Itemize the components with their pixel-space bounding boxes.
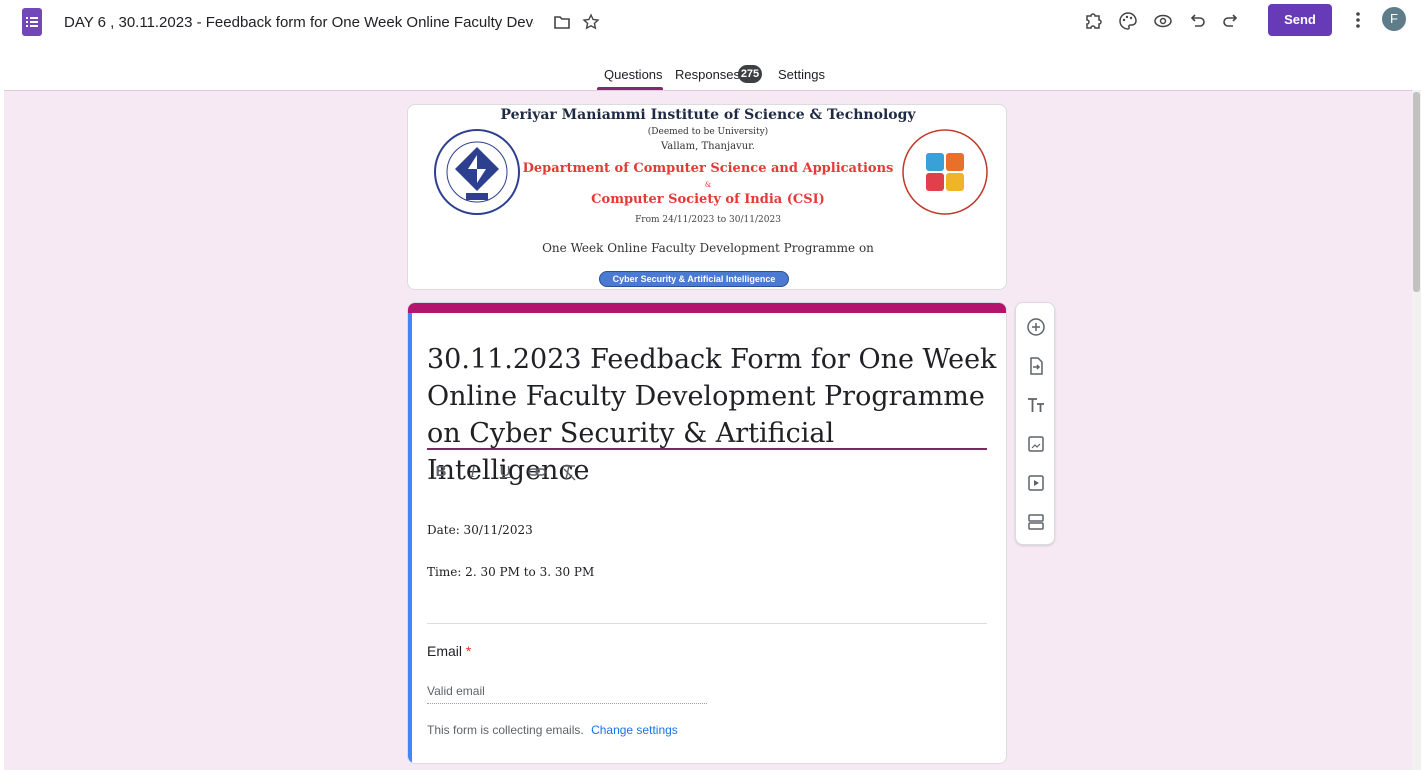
ampersand: &	[704, 181, 712, 189]
theme-color-strip	[408, 303, 1006, 313]
import-questions-icon[interactable]	[1024, 354, 1048, 378]
add-image-icon[interactable]	[1024, 432, 1048, 456]
tab-responses[interactable]: Responses	[675, 67, 740, 82]
description-time[interactable]: Time: 2. 30 PM to 3. 30 PM	[427, 565, 594, 579]
customize-addons-icon[interactable]	[1082, 10, 1104, 32]
folder-icon[interactable]	[553, 13, 571, 31]
floating-toolbar	[1015, 302, 1055, 545]
document-title[interactable]: DAY 6 , 30.11.2023 - Feedback form for O…	[64, 14, 534, 31]
add-title-icon[interactable]	[1024, 393, 1048, 417]
italic-button[interactable]: I	[462, 461, 484, 483]
clear-formatting-icon[interactable]	[558, 461, 580, 483]
scrollbar-thumb[interactable]	[1413, 92, 1420, 292]
star-icon[interactable]	[582, 13, 600, 31]
add-video-icon[interactable]	[1024, 471, 1048, 495]
description-date[interactable]: Date: 30/11/2023	[427, 523, 533, 537]
link-icon[interactable]	[526, 461, 548, 483]
palette-icon[interactable]	[1117, 10, 1139, 32]
programme-dates: From 24/11/2023 to 30/11/2023	[635, 215, 781, 225]
preview-icon[interactable]	[1152, 10, 1174, 32]
institute-location: Vallam, Thanjavur.	[661, 141, 755, 152]
email-field[interactable]: Valid email	[427, 678, 707, 704]
google-forms-icon[interactable]	[22, 8, 42, 36]
deemed-university: (Deemed to be University)	[647, 127, 769, 137]
institute-name: Periyar Maniammi Institute of Science & …	[500, 107, 916, 123]
programme-title: One Week Online Faculty Development Prog…	[542, 241, 874, 255]
email-label: Email *	[427, 643, 471, 659]
title-underline	[427, 448, 987, 450]
kebab-menu-icon[interactable]	[1348, 8, 1368, 32]
header-image: Periyar Maniammi Institute of Science & …	[407, 104, 1007, 290]
email-label-text: Email	[427, 643, 463, 659]
divider	[427, 623, 987, 624]
bold-button[interactable]: B	[430, 461, 452, 483]
form-tabs: Questions Responses Settings	[0, 60, 1421, 90]
email-collection-note: This form is collecting emails. Change s…	[427, 723, 678, 737]
focus-indicator	[408, 313, 412, 763]
department-name: Department of Computer Science and Appli…	[522, 161, 894, 176]
redo-icon[interactable]	[1220, 10, 1242, 32]
add-section-icon[interactable]	[1024, 510, 1048, 534]
topic-badge: Cyber Security & Artificial Intelligence	[599, 271, 789, 287]
csi-name: Computer Society of India (CSI)	[591, 192, 825, 207]
collect-note-text: This form is collecting emails.	[427, 723, 584, 737]
tab-settings[interactable]: Settings	[778, 67, 825, 82]
tab-questions[interactable]: Questions	[604, 67, 663, 82]
add-question-icon[interactable]	[1024, 315, 1048, 339]
form-title-card[interactable]: 30.11.2023 Feedback Form for One Week On…	[407, 302, 1007, 764]
avatar[interactable]: F	[1382, 7, 1406, 31]
required-asterisk: *	[465, 643, 472, 659]
responses-count-badge: 275	[738, 65, 762, 83]
send-button[interactable]: Send	[1268, 4, 1332, 36]
underline-button[interactable]: U	[494, 461, 516, 483]
top-bar: DAY 6 , 30.11.2023 - Feedback form for O…	[0, 0, 1421, 60]
undo-icon[interactable]	[1186, 10, 1208, 32]
change-settings-link[interactable]: Change settings	[591, 723, 678, 737]
